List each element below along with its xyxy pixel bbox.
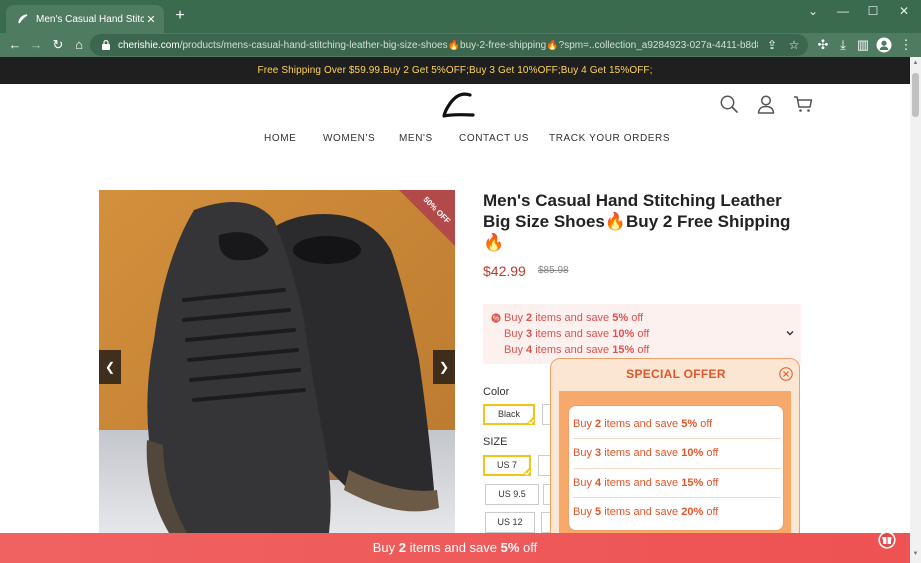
nav-home[interactable]: HOME [264,133,296,144]
store-logo[interactable] [440,90,476,120]
forward-arrow-icon[interactable]: → [28,37,44,53]
scroll-thumb[interactable] [912,73,919,117]
special-offer-popup: SPECIAL OFFER Buy 2 items and save 5% of… [550,358,800,539]
popup-offer-item[interactable]: Buy 4 items and save 15% off [573,477,781,489]
new-tab-button[interactable]: + [172,8,188,24]
download-icon[interactable]: ⤓ [835,37,851,53]
lock-icon[interactable] [100,39,112,51]
offer-row: Buy 2 items and save 5% off [504,312,644,324]
size-option-us7[interactable]: US 7 [483,455,531,476]
popup-offer-item[interactable]: Buy 3 items and save 10% off [573,447,781,459]
tab-search-chevron-icon[interactable]: ⌄ [798,0,828,22]
size-label: SIZE [483,436,508,448]
discount-ribbon: 50% OFF [399,190,455,246]
share-icon[interactable]: ⇪ [764,38,780,52]
browser-tabstrip: Men's Casual Hand Stitching Lea ✕ + ⌄ — … [0,0,921,33]
selected-check-icon [521,466,531,476]
offer-row: Buy 3 items and save 10% off [504,328,650,340]
selected-check-icon [525,415,535,425]
bookmark-star-icon[interactable]: ☆ [786,38,802,52]
browser-menu-icon[interactable]: ⋮ [898,37,914,53]
cart-icon[interactable] [793,94,813,114]
side-panel-icon[interactable]: ▥ [855,37,871,53]
close-window-button[interactable]: ✕ [889,0,919,22]
profile-avatar-icon[interactable] [876,37,892,53]
color-option-black[interactable]: Black [483,404,535,425]
popup-close-icon[interactable] [779,367,793,381]
tab-title: Men's Casual Hand Stitching Lea [36,13,144,25]
product-price: $42.99 [483,263,526,279]
chevron-left-icon: ❮ [104,360,116,374]
address-bar[interactable]: cherishie.com/products/mens-casual-hand-… [90,34,808,56]
nav-womens[interactable]: WOMEN'S [323,133,375,144]
browser-toolbar: ← → ↻ ⌂ cherishie.com/products/mens-casu… [0,33,921,57]
back-arrow-icon[interactable]: ← [7,37,23,53]
home-icon[interactable]: ⌂ [71,37,87,53]
size-option-partial[interactable] [538,455,550,476]
scroll-down-icon[interactable]: ▼ [912,551,919,557]
url-text[interactable]: cherishie.com/products/mens-casual-hand-… [118,40,758,51]
tab-close-icon[interactable]: ✕ [144,13,158,26]
minimize-button[interactable]: — [828,0,858,22]
product-title: Men's Casual Hand Stitching Leather Big … [483,191,791,252]
maximize-button[interactable]: ☐ [858,0,888,22]
page-scrollbar[interactable]: ▲ ▼ [910,57,921,563]
size-option-us9-5[interactable]: US 9.5 [485,484,539,505]
size-option-us12[interactable]: US 12 [485,512,535,533]
svg-text:%: % [493,316,499,323]
url-path: /products/mens-casual-hand-stitching-lea… [179,39,758,51]
announcement-bar: Free Shipping Over $59.99.Buy 2 Get 5%OF… [0,57,910,84]
chevron-right-icon: ❯ [438,360,450,374]
quantity-discount-box[interactable]: % Buy 2 items and save 5% off Buy 3 item… [483,304,801,364]
account-icon[interactable] [756,94,776,114]
divider [573,497,781,498]
gallery-prev-button[interactable]: ❮ [99,350,121,384]
discount-badge-icon: % [491,313,501,323]
nav-mens[interactable]: MEN'S [399,133,433,144]
color-label: Color [483,386,510,398]
compare-at-price: $85.98 [538,265,569,276]
divider [573,438,781,439]
popup-offer-item[interactable]: Buy 2 items and save 5% off [573,418,781,430]
nav-track-orders[interactable]: TRACK YOUR ORDERS [549,133,670,144]
gallery-next-button[interactable]: ❯ [433,350,455,384]
gift-icon[interactable] [878,531,896,549]
site-favicon-icon [18,14,28,24]
offer-row: Buy 4 items and save 15% off [504,344,650,356]
popup-offer-item[interactable]: Buy 5 items and save 20% off [573,506,781,518]
chevron-down-icon[interactable] [785,328,795,338]
extensions-puzzle-icon[interactable]: ✣ [815,37,831,53]
sticky-offer-bar[interactable]: Buy 2 items and save 5% off [0,533,910,563]
popup-offer-list: Buy 2 items and save 5% off Buy 3 items … [568,405,784,531]
scroll-up-icon[interactable]: ▲ [912,60,919,66]
url-host: cherishie.com [118,39,180,51]
reload-icon[interactable]: ↻ [50,37,66,53]
nav-contact-us[interactable]: CONTACT US [459,133,529,144]
browser-tab[interactable]: Men's Casual Hand Stitching Lea ✕ [6,5,164,33]
search-icon[interactable] [719,94,739,114]
divider [573,468,781,469]
popup-title: SPECIAL OFFER [626,367,726,381]
